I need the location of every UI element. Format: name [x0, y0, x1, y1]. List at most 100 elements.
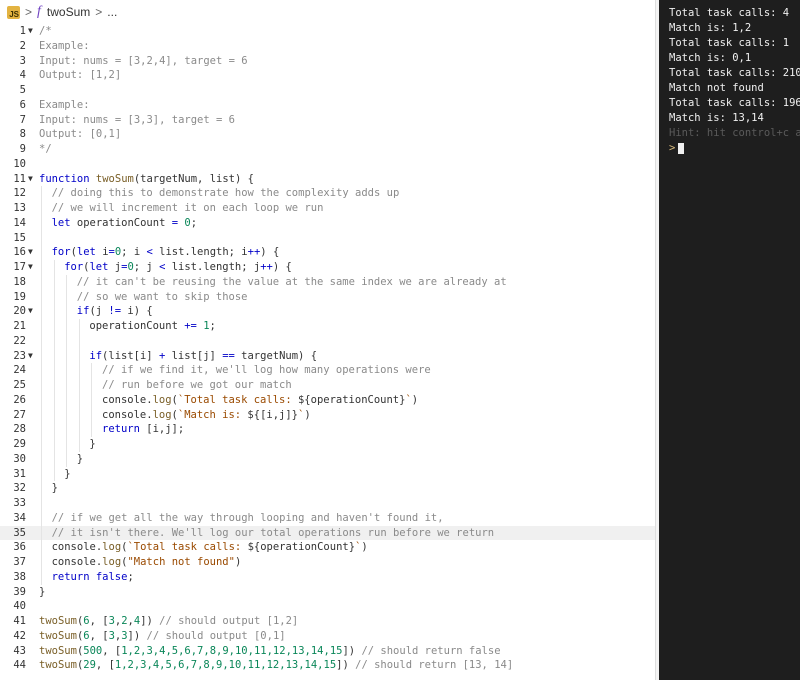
indent-guide	[53, 422, 55, 437]
fold-chevron-icon[interactable]: ▼	[28, 260, 38, 275]
console-panel[interactable]: Total task calls: 4 Match is: 1,2 Total ta…	[659, 0, 800, 680]
line-number: 20	[13, 305, 26, 318]
code-line[interactable]: 22	[0, 333, 655, 349]
indent-guide	[78, 392, 80, 408]
code-editor[interactable]: JS > f twoSum > ... 1 ▼/* 2 Example: 3 Input:…	[0, 0, 655, 680]
code-line[interactable]: 16 ▼ for(let i=0; i < list.length; i++) {	[0, 245, 655, 260]
code-line[interactable]: 26 console.log(`Total task calls: ${opera…	[0, 392, 655, 408]
indent-guide	[41, 245, 42, 260]
fold-chevron-icon[interactable]: ▼	[28, 245, 38, 260]
code-line[interactable]: 27 console.log(`Match is: ${[i,j]}`)	[0, 407, 655, 423]
code-lines[interactable]: 1 ▼/* 2 Example: 3 Input: nums = [3,2,4], tar…	[0, 24, 655, 673]
code-line[interactable]: 6 Example:	[0, 98, 655, 113]
indent-guide	[41, 555, 42, 570]
code-line[interactable]: 17 ▼ for(let j=0; j < list.length; j++) {	[0, 260, 655, 275]
line-number: 30	[13, 452, 26, 465]
code-line[interactable]: 35 // it isn't there. We'll log our total…	[0, 525, 655, 541]
code-line[interactable]: 24 // if we find it, we'll log how many o…	[0, 363, 655, 378]
fold-chevron-icon[interactable]: ▼	[28, 24, 38, 39]
code-line[interactable]: 2 Example:	[0, 39, 655, 54]
code-line[interactable]: 33	[0, 496, 655, 511]
indent-guide	[78, 437, 80, 452]
code-line[interactable]: 14 let operationCount = 0;	[0, 215, 655, 231]
code-line[interactable]: 8 Output: [0,1]	[0, 127, 655, 142]
code-text: for(let i=0; i < list.length; i++) {	[52, 245, 280, 260]
indent-guide	[66, 289, 68, 305]
indent-guide	[41, 333, 42, 349]
line-number: 33	[13, 497, 26, 509]
code-line[interactable]: 42 twoSum(6, [3,3]) // should output [0,1…	[0, 629, 655, 644]
code-line[interactable]: 21 operationCount += 1;	[0, 319, 655, 334]
code-text: // it can't be reusing the value at the …	[77, 275, 507, 290]
code-token: // if we get all the way through looping…	[51, 511, 444, 524]
indent-guide	[41, 230, 42, 246]
code-text: Example:	[39, 39, 90, 54]
code-line[interactable]: 23 ▼ if(list[i] + list[j] == targetNum) {	[0, 348, 655, 364]
code-line[interactable]: 34 // if we get all the way through loopi…	[0, 510, 655, 526]
indent-guide	[53, 363, 55, 378]
code-text: console.log(`Total task calls: ${operati…	[52, 540, 368, 555]
console-prompt[interactable]: >	[659, 141, 800, 156]
code-line[interactable]: 11 ▼ function twoSum(targetNum, list) {	[0, 172, 655, 187]
breadcrumb: JS > f twoSum > ...	[0, 0, 655, 24]
indent-guide	[41, 451, 42, 467]
code-line[interactable]: 12 // doing this to demonstrate how the c…	[0, 186, 655, 201]
code-line[interactable]: 4 Output: [1,2]	[0, 68, 655, 83]
code-line[interactable]: 9 */	[0, 142, 655, 157]
code-token: // should return [13, 14]	[355, 659, 514, 672]
code-token: log	[102, 556, 122, 568]
code-line[interactable]: 39}	[0, 585, 655, 600]
fold-chevron-icon[interactable]: ▼	[28, 172, 38, 187]
code-token: operationCount	[89, 320, 185, 332]
indent-guide	[66, 363, 68, 378]
code-line[interactable]: 32}	[0, 481, 655, 496]
code-line[interactable]: 3 Input: nums = [3,2,4], target = 6	[0, 54, 655, 69]
console-line: Total task calls: 1	[669, 37, 790, 49]
line-number: 19	[13, 290, 26, 303]
code-token: // it can't be reusing the value at the …	[76, 275, 507, 288]
line-number: 5	[19, 84, 26, 96]
code-line[interactable]: 5	[0, 83, 655, 98]
code-line[interactable]: 38 return false;	[0, 569, 655, 585]
code-token: }	[76, 452, 84, 465]
indent-guide	[91, 392, 93, 408]
code-line[interactable]: 10	[0, 157, 655, 172]
indent-guide	[41, 274, 42, 290]
indent-guide	[41, 407, 42, 423]
code-line[interactable]: 29}	[0, 437, 655, 452]
fold-chevron-icon[interactable]: ▼	[28, 349, 38, 364]
js-file-icon[interactable]: JS	[7, 5, 20, 19]
line-number: 2	[19, 39, 26, 52]
code-line[interactable]: 36 console.log(`Total task calls: ${opera…	[0, 540, 655, 555]
code-line[interactable]: 18 // it can't be reusing the value at th…	[0, 274, 655, 290]
line-number: 25	[13, 379, 26, 391]
code-line[interactable]: 20 ▼ if(j != i) {	[0, 304, 655, 319]
code-line[interactable]: 28 return [i,j];	[0, 422, 655, 437]
code-text: // run before we got our match	[102, 378, 292, 393]
code-line[interactable]: 13 // we will increment it on each loop w…	[0, 201, 655, 216]
code-token: let	[51, 216, 77, 229]
code-line[interactable]: 37 console.log("Match not found")	[0, 555, 655, 570]
code-token: , [	[89, 629, 109, 642]
code-line[interactable]: 43 twoSum(500, [1,2,3,4,5,6,7,8,9,10,11,1…	[0, 644, 655, 659]
code-line[interactable]: 31}	[0, 466, 655, 482]
code-line[interactable]: 41 twoSum(6, [3,2,4]) // should output [1…	[0, 614, 655, 629]
code-line[interactable]: 7 Input: nums = [3,3], target = 6	[0, 113, 655, 128]
code-line[interactable]: 40	[0, 599, 655, 614]
code-text: return false;	[52, 570, 134, 585]
breadcrumb-function[interactable]: twoSum	[47, 5, 90, 19]
indent-guide	[41, 525, 42, 541]
indent-guide	[78, 378, 80, 393]
fold-chevron-icon[interactable]: ▼	[28, 304, 38, 319]
code-line[interactable]: 15	[0, 230, 655, 246]
breadcrumb-more[interactable]: ...	[107, 5, 117, 19]
code-token: 29	[83, 659, 96, 672]
code-line[interactable]: 25 // run before we got our match	[0, 378, 655, 393]
code-text: // doing this to demonstrate how the com…	[52, 186, 400, 201]
code-line[interactable]: 1 ▼/*	[0, 24, 655, 39]
line-number: 14	[13, 216, 26, 229]
code-token: ; j	[133, 261, 160, 273]
code-line[interactable]: 19 // so we want to skip those	[0, 289, 655, 305]
code-line[interactable]: 30}	[0, 451, 655, 467]
code-line[interactable]: 44 twoSum(29, [1,2,3,4,5,6,7,8,9,10,11,12…	[0, 658, 655, 673]
